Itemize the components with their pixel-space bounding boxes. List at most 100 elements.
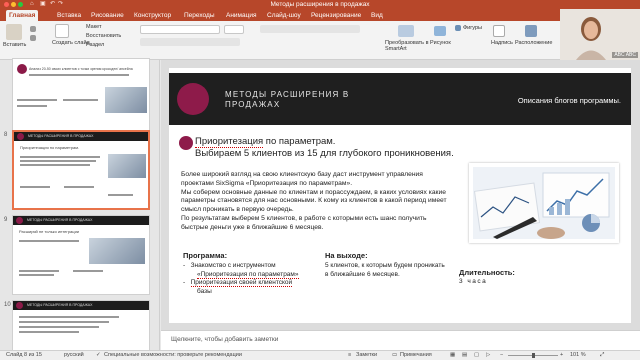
textbox-button[interactable]: Надпись — [491, 40, 513, 46]
layout-button[interactable]: Макет — [86, 24, 102, 30]
tab-insert[interactable]: Вставка — [54, 10, 84, 21]
thumb-text-line — [20, 160, 96, 162]
current-slide[interactable]: МЕТОДЫ РАСШИРЕНИЯ В ПРОДАЖАХ Описания бл… — [169, 68, 631, 323]
comments-icon[interactable]: ▭ — [392, 352, 397, 358]
font-size-select[interactable] — [224, 25, 244, 34]
thumb-accent-dot — [16, 217, 23, 224]
ribbon: Вставить Создать слайд Макет Восстановит… — [0, 21, 640, 60]
thumb-band-title: МЕТОДЫ РАСШИРЕНИЯ В ПРОДАЖАХ — [28, 134, 94, 138]
arrange-icon[interactable] — [525, 25, 537, 37]
zoom-level[interactable]: 101 % — [570, 352, 586, 358]
heading-line1-rest: по параметрам. — [263, 136, 336, 147]
heading-line2: Выбираем 5 клиентов из 15 для глубокого … — [195, 148, 454, 159]
arrange-button[interactable]: Расположение — [515, 40, 552, 46]
comments-toggle[interactable]: Примечания — [400, 352, 432, 358]
slide-thumbnail-7[interactable]: Анализ 20-50 своих клиентов с точки зрен… — [12, 58, 150, 136]
thumb-text-line — [19, 331, 79, 333]
tab-design[interactable]: Конструктор — [131, 10, 174, 21]
reading-view-icon[interactable]: ▢ — [474, 352, 479, 358]
program-item: - Приоритезация своей клиентской — [183, 279, 293, 287]
textbox-icon[interactable] — [493, 25, 505, 37]
output-line: в ближайшие 6 месяцев. — [325, 270, 400, 278]
slide-number: 9 — [4, 217, 8, 223]
slideshow-view-icon[interactable]: ▷ — [486, 352, 490, 358]
slide-accent-circle — [177, 83, 209, 115]
smartart-icon[interactable] — [398, 25, 414, 37]
fit-slide-icon[interactable]: ⤢ — [600, 352, 604, 359]
thumb-title: Анализ 20-50 своих клиентов с точки зрен… — [29, 67, 133, 71]
output-heading: На выходе: — [325, 251, 368, 260]
language-indicator[interactable]: русский — [64, 352, 84, 358]
tab-review[interactable]: Рецензирование — [308, 10, 364, 21]
thumb-band-title: МЕТОДЫ РАСШИРЕНИЯ В ПРОДАЖАХ — [27, 218, 93, 222]
picture-icon[interactable] — [434, 26, 446, 36]
slide-header-band: МЕТОДЫ РАСШИРЕНИЯ В ПРОДАЖАХ Описания бл… — [169, 73, 631, 125]
thumb-text-line — [73, 270, 103, 272]
paste-button[interactable]: Вставить — [3, 42, 26, 48]
tab-animations[interactable]: Анимация — [223, 10, 260, 21]
output-text[interactable]: 5 клиентов, к которым будем проникать в … — [325, 262, 445, 279]
webcam-overlay: ABC ABC — [560, 9, 640, 60]
copy-icon[interactable] — [30, 35, 36, 41]
cut-icon[interactable] — [30, 26, 36, 32]
paragraph-line: По результатам выберем 5 клиентов, в раб… — [181, 214, 427, 222]
tab-transitions[interactable]: Переходы — [181, 10, 218, 21]
slide-heading[interactable]: Приоритезация по параметрам. Выбираем 5 … — [195, 136, 454, 160]
picture-button[interactable]: Рисунок — [430, 40, 451, 46]
new-slide-icon[interactable] — [55, 24, 69, 38]
thumb-text-line — [20, 186, 50, 188]
notes-placeholder: Щелкните, чтобы добавить заметки — [171, 336, 279, 343]
thumb-text-line — [20, 164, 90, 166]
paragraph-line: параметры становятся для нас основными. … — [181, 197, 447, 205]
thumb-title: Приоритезация по параметрам. — [20, 145, 80, 150]
notes-toggle[interactable]: Заметки — [356, 352, 377, 358]
notes-icon[interactable]: ≡ — [348, 352, 351, 358]
thumb-text-line — [63, 99, 98, 101]
paste-icon[interactable] — [6, 24, 22, 40]
program-item: базы — [197, 287, 212, 295]
paragraph-line: Более широкий взгляд на свою клиентскую … — [181, 171, 423, 178]
slide-paragraph[interactable]: Более широкий взгляд на свою клиентскую … — [181, 171, 471, 233]
slide-thumbnail-8[interactable]: МЕТОДЫ РАСШИРЕНИЯ В ПРОДАЖАХ Приоритезац… — [12, 130, 150, 210]
zoom-slider-thumb[interactable] — [532, 353, 535, 358]
new-slide-button[interactable]: Создать слайд — [52, 40, 90, 46]
slide-thumbnails-panel: Анализ 20-50 своих клиентов с точки зрен… — [0, 58, 160, 360]
paragraph-line: проектами SixSigma «Приоритезация по пар… — [181, 179, 353, 187]
notes-pane[interactable]: Щелкните, чтобы добавить заметки — [161, 330, 640, 350]
sorter-view-icon[interactable]: ▤ — [462, 352, 467, 358]
smartart-button[interactable]: Преобразовать в SmartArt — [385, 40, 431, 52]
slide-photo[interactable] — [469, 163, 619, 243]
thumb-text-line — [64, 186, 94, 188]
thumb-image — [108, 154, 146, 178]
thumb-text-line — [17, 99, 57, 101]
thumb-band-title: МЕТОДЫ РАСШИРЕНИЯ В ПРОДАЖАХ — [27, 303, 93, 307]
font-family-select[interactable] — [140, 25, 220, 34]
slide-number: 8 — [4, 132, 8, 138]
text-format-controls[interactable] — [140, 38, 240, 46]
tab-view[interactable]: Вид — [368, 10, 386, 21]
zoom-in-icon[interactable]: + — [560, 352, 563, 358]
business-charts-image — [473, 167, 615, 239]
thumb-accent-dot — [17, 64, 27, 74]
shapes-button[interactable]: Фигуры — [463, 25, 482, 31]
accessibility-status[interactable]: Специальные возможности: проверьте реком… — [104, 352, 242, 358]
slide-thumbnail-9[interactable]: МЕТОДЫ РАСШИРЕНИЯ В ПРОДАЖАХ Расширяй не… — [12, 215, 150, 295]
reset-button[interactable]: Восстановить — [86, 33, 121, 39]
tab-slideshow[interactable]: Слайд-шоу — [264, 10, 304, 21]
tab-draw[interactable]: Рисование — [88, 10, 127, 21]
tab-home[interactable]: Главная — [6, 10, 39, 21]
paragraph-controls[interactable] — [260, 25, 360, 33]
program-list[interactable]: - Знакомство с инструментом «Приоритезац… — [183, 262, 299, 296]
thumb-accent-dot — [17, 133, 24, 140]
accessibility-icon[interactable]: ✓ — [96, 352, 101, 358]
normal-view-icon[interactable]: ▦ — [450, 352, 455, 358]
thumb-header-band: МЕТОДЫ РАСШИРЕНИЯ В ПРОДАЖАХ — [13, 301, 149, 310]
ribbon-tabs: Главная Вставка Рисование Конструктор Пе… — [0, 9, 640, 21]
slide-counter: Слайд 8 из 15 — [6, 352, 42, 358]
shapes-icon[interactable] — [455, 25, 461, 31]
thumb-image — [89, 238, 145, 264]
thumb-text-line — [19, 326, 99, 328]
zoom-out-icon[interactable]: − — [500, 352, 503, 358]
status-bar: Слайд 8 из 15 русский ✓ Специальные возм… — [0, 350, 640, 360]
section-button[interactable]: Раздел — [86, 42, 104, 48]
